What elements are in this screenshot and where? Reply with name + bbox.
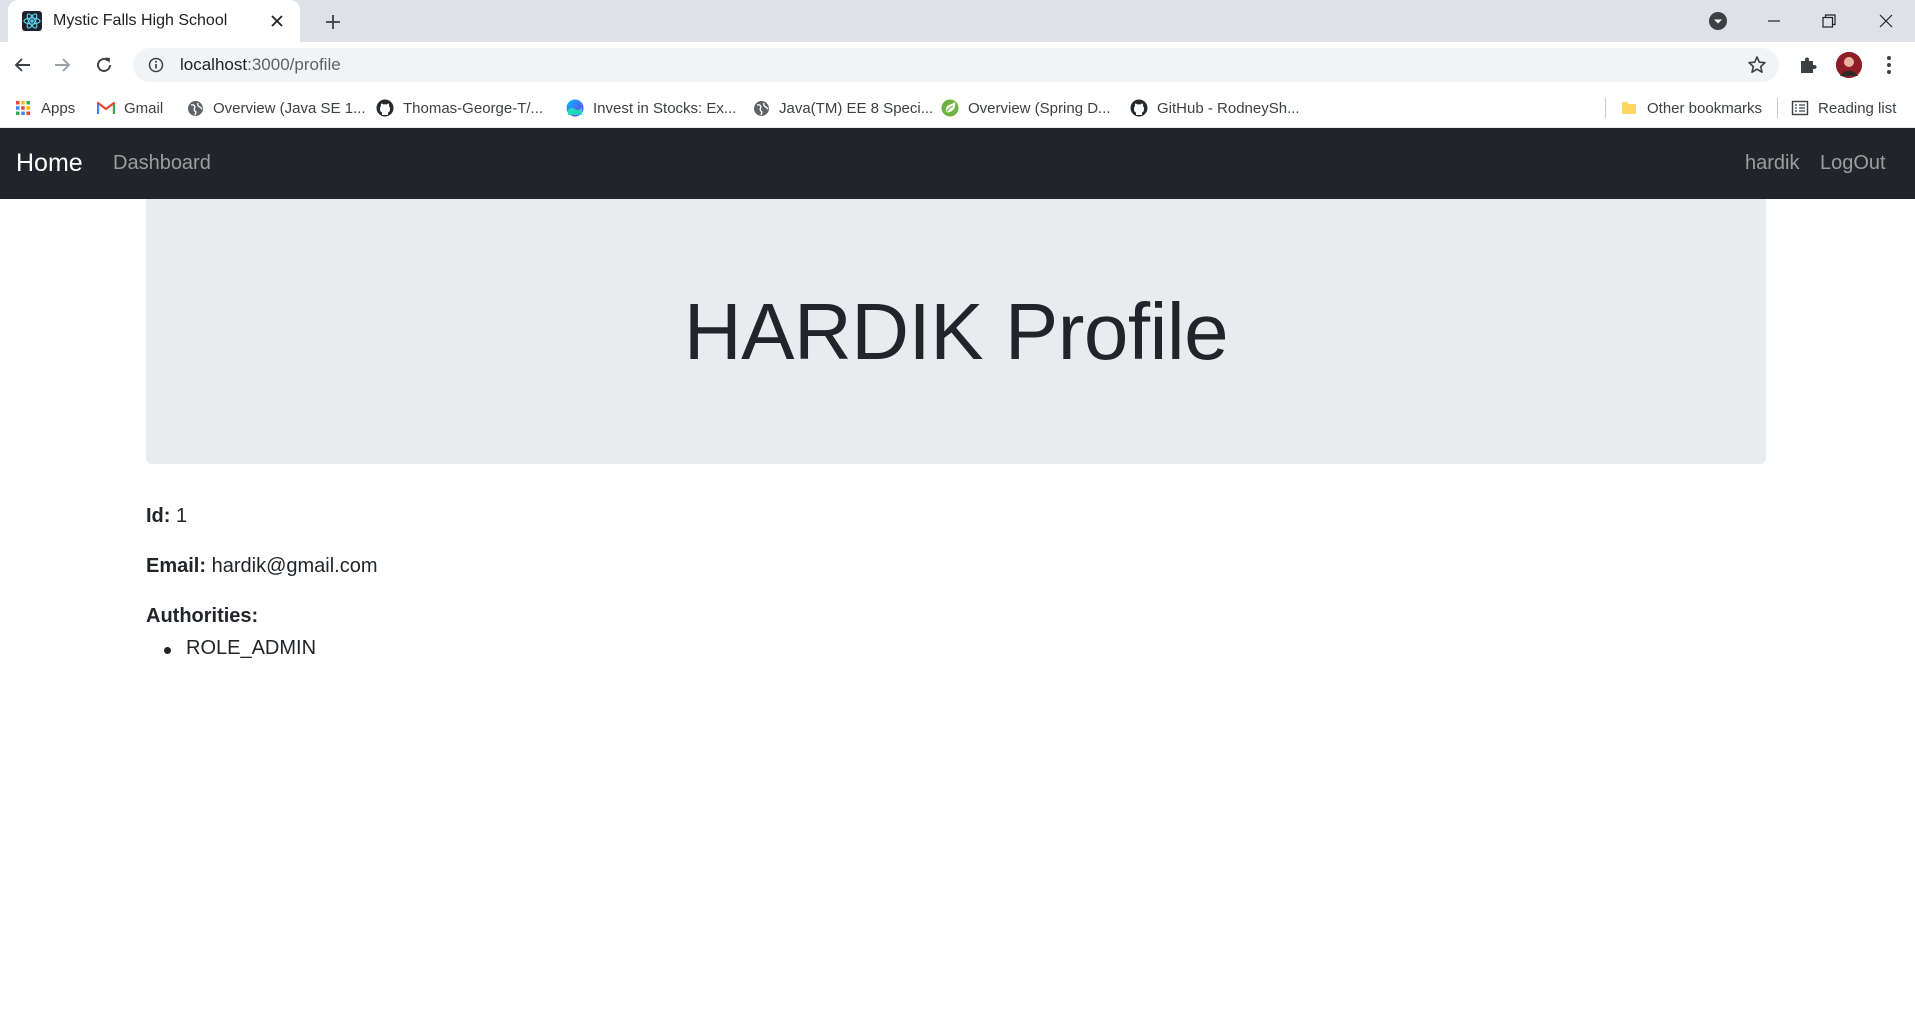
bookmark-apps[interactable]: Apps <box>14 88 75 128</box>
new-tab-plus-icon[interactable] <box>320 9 346 35</box>
email-value: hardik@gmail.com <box>211 555 378 577</box>
bookmark-label: Invest in Stocks: Ex... <box>593 99 737 117</box>
bookmark-label: Gmail <box>124 99 164 117</box>
nav-link-dashboard[interactable]: Dashboard <box>113 152 211 175</box>
tab-title: Mystic Falls High School <box>53 12 228 29</box>
email-label: Email: <box>146 555 207 577</box>
bookmark-label: Java(TM) EE 8 Speci... <box>779 99 934 117</box>
bookmark-label: Overview (Java SE 1... <box>213 99 366 117</box>
forward-arrow-icon[interactable] <box>48 51 76 79</box>
site-info-icon[interactable] <box>146 55 166 75</box>
bookmark-spring[interactable]: Overview (Spring D... <box>941 88 1111 128</box>
authorities-heading: Authorities: <box>146 605 258 628</box>
url-text: localhost:3000/profile <box>180 55 341 75</box>
bookmark-github-rodney[interactable]: GitHub - RodneySh... <box>1130 88 1300 128</box>
authorities-label: Authorities: <box>146 605 259 627</box>
tab-close-icon[interactable] <box>266 10 288 32</box>
bookmark-label: Thomas-George-T/... <box>403 99 544 117</box>
list-item: ROLE_ADMIN <box>163 637 317 659</box>
nav-link-logout[interactable]: LogOut <box>1820 152 1886 175</box>
bookmark-star-icon[interactable] <box>1745 53 1769 77</box>
profile-avatar[interactable] <box>1836 52 1862 78</box>
bookmark-label: GitHub - RodneySh... <box>1157 99 1300 117</box>
folder-icon <box>1620 99 1638 117</box>
chrome-menu-icon[interactable] <box>1875 51 1903 79</box>
bookmarks-divider <box>1777 98 1778 118</box>
profile-jumbotron: HARDIK Profile <box>146 199 1766 464</box>
reload-icon[interactable] <box>90 51 118 79</box>
globe-icon <box>186 99 204 117</box>
bookmark-thomas-george[interactable]: Thomas-George-T/... <box>376 88 543 128</box>
spring-icon <box>941 99 959 117</box>
stocks-icon <box>566 99 584 117</box>
bookmarks-bar: Apps Gmail Overview (Java SE 1... Thomas… <box>0 88 1915 128</box>
address-bar[interactable]: localhost:3000/profile <box>133 48 1779 82</box>
globe-icon <box>752 99 770 117</box>
bookmark-label: Overview (Spring D... <box>968 99 1111 117</box>
bookmark-java-ee[interactable]: Java(TM) EE 8 Speci... <box>752 88 933 128</box>
tab-strip: Mystic Falls High School <box>0 0 1915 42</box>
extensions-puzzle-icon[interactable] <box>1794 51 1822 79</box>
app-navbar: Home Dashboard hardik LogOut <box>0 128 1915 199</box>
reading-list-label: Reading list <box>1818 99 1897 117</box>
tab-search-icon[interactable] <box>1695 0 1741 42</box>
other-bookmarks-label: Other bookmarks <box>1647 99 1763 117</box>
other-bookmarks[interactable]: Other bookmarks <box>1620 88 1762 128</box>
bookmark-java-se[interactable]: Overview (Java SE 1... <box>186 88 366 128</box>
page-title: HARDIK Profile <box>683 286 1229 378</box>
react-logo-icon <box>22 11 42 31</box>
url-path: :3000/profile <box>247 55 341 74</box>
bookmark-invest-stocks[interactable]: Invest in Stocks: Ex... <box>566 88 736 128</box>
bookmark-gmail[interactable]: Gmail <box>97 88 163 128</box>
apps-grid-icon <box>14 99 32 117</box>
bookmarks-divider <box>1605 98 1606 118</box>
id-value: 1 <box>176 505 188 527</box>
browser-tab-active[interactable]: Mystic Falls High School <box>8 0 300 42</box>
nav-brand-home[interactable]: Home <box>16 149 83 178</box>
gmail-icon <box>97 99 115 117</box>
restore-icon[interactable] <box>1806 0 1852 42</box>
github-icon <box>376 99 394 117</box>
profile-email-row: Email: hardik@gmail.com <box>146 555 378 578</box>
browser-toolbar: localhost:3000/profile <box>0 42 1915 88</box>
close-window-icon[interactable] <box>1863 0 1909 42</box>
nav-link-username[interactable]: hardik <box>1745 152 1799 175</box>
minimize-icon[interactable] <box>1751 0 1797 42</box>
authorities-list: ROLE_ADMIN <box>163 637 317 660</box>
id-label: Id: <box>146 505 171 527</box>
profile-heading-suffix: Profile <box>1004 286 1229 376</box>
profile-id-row: Id: 1 <box>146 505 187 528</box>
profile-username: HARDIK <box>683 286 984 376</box>
github-icon <box>1130 99 1148 117</box>
url-host: localhost <box>180 55 248 74</box>
reading-list[interactable]: Reading list <box>1791 88 1896 128</box>
bookmark-label: Apps <box>41 99 76 117</box>
reading-list-icon <box>1791 99 1809 117</box>
back-arrow-icon[interactable] <box>9 51 37 79</box>
